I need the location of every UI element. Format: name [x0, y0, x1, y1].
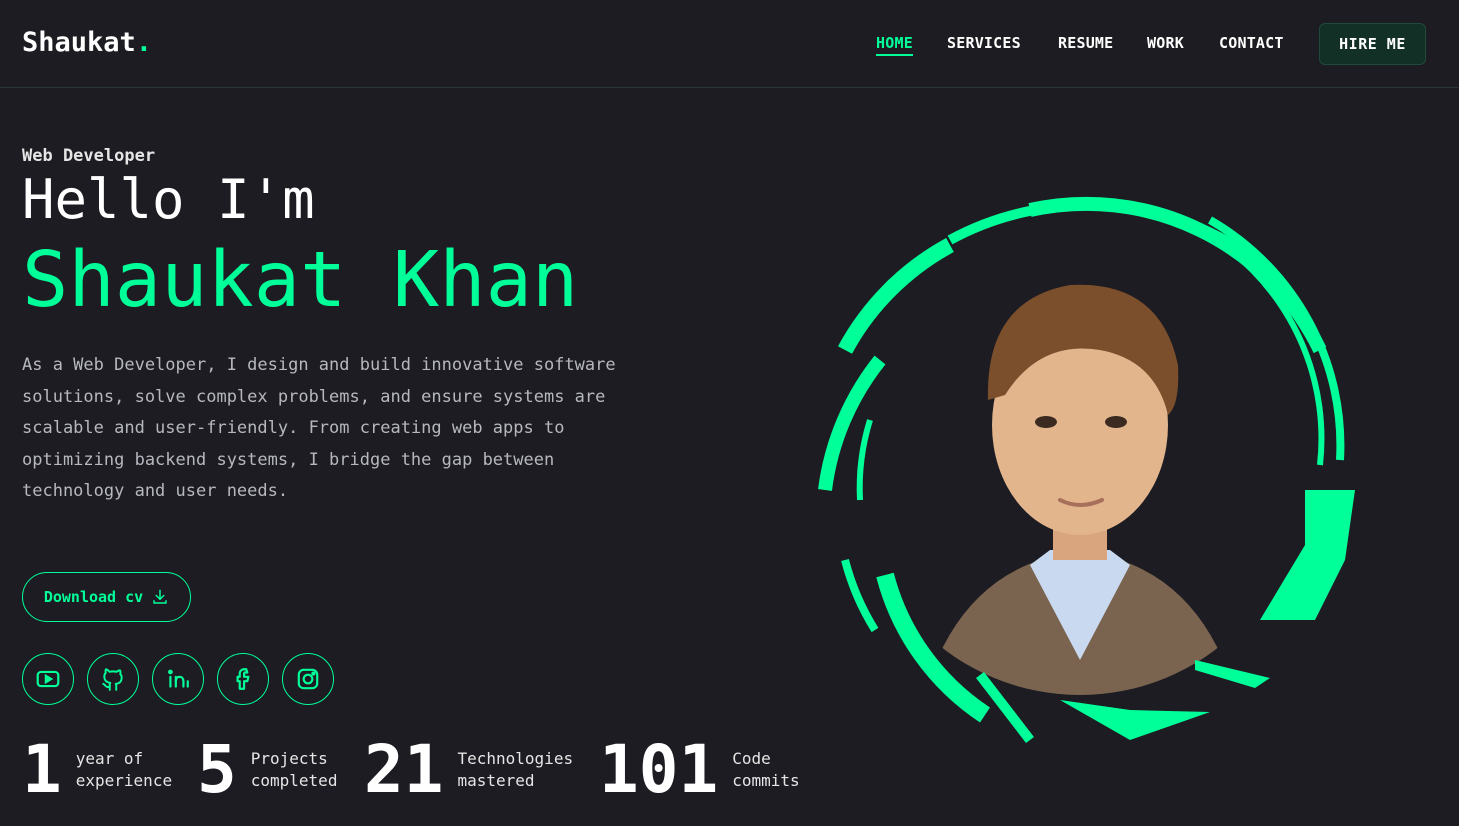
site-header: Shaukat. HOME SERVICES RESUME WORK CONTA…	[0, 0, 1459, 88]
stat-label: Code commits	[732, 748, 842, 792]
hire-me-button[interactable]: HIRE ME	[1319, 23, 1426, 65]
stat-label: year of experience	[76, 748, 186, 792]
role-label: Web Developer	[22, 146, 156, 166]
stat-label-line: Technologies	[457, 749, 574, 768]
nav-work[interactable]: WORK	[1147, 34, 1184, 52]
linkedin-icon	[168, 669, 189, 688]
hero-description: As a Web Developer, I design and build i…	[22, 355, 616, 501]
github-link[interactable]	[87, 653, 139, 705]
stat-label-line: Projects	[250, 749, 328, 768]
logo-text: Shaukat	[22, 27, 136, 58]
stat-label: Technologies mastered	[457, 748, 573, 792]
stat-label-line: Code	[732, 749, 771, 768]
linkedin-link[interactable]	[152, 653, 204, 705]
stat-projects: 5 Projects completed	[197, 735, 361, 805]
nav-resume[interactable]: RESUME	[1058, 34, 1113, 52]
instagram-icon	[297, 668, 319, 690]
stat-label-line: mastered	[457, 771, 535, 790]
instagram-link[interactable]	[282, 653, 334, 705]
stat-label: Projects completed	[251, 748, 361, 792]
nav-contact[interactable]: CONTACT	[1219, 34, 1284, 52]
stat-label-line: year of	[75, 749, 144, 768]
nav-services[interactable]: SERVICES	[947, 34, 1021, 52]
stat-value: 21	[364, 731, 444, 808]
facebook-icon	[236, 668, 250, 690]
stat-technologies: 21 Technologies mastered	[364, 731, 573, 808]
stat-label-line: commits	[732, 771, 800, 790]
youtube-link[interactable]	[22, 653, 74, 705]
greeting-heading: Hello I'm	[22, 168, 315, 231]
profile-artwork	[818, 196, 1355, 744]
facebook-link[interactable]	[217, 653, 269, 705]
stat-value: 5	[197, 731, 237, 808]
youtube-icon	[36, 670, 60, 688]
logo[interactable]: Shaukat.	[22, 27, 152, 58]
logo-dot: .	[135, 27, 153, 58]
stat-value: 101	[599, 731, 719, 808]
download-icon	[153, 589, 167, 604]
github-icon	[102, 668, 123, 691]
nav-home[interactable]: HOME	[876, 34, 913, 56]
stat-label-line: completed	[250, 771, 338, 790]
name-heading: Shaukat Khan	[22, 236, 579, 325]
download-cv-button[interactable]: Download cv	[22, 572, 191, 622]
download-cv-label: Download cv	[43, 588, 144, 606]
stat-label-line: experience	[75, 771, 173, 790]
stat-experience: 1 year of experience	[22, 735, 186, 805]
stat-value: 1	[22, 731, 62, 808]
